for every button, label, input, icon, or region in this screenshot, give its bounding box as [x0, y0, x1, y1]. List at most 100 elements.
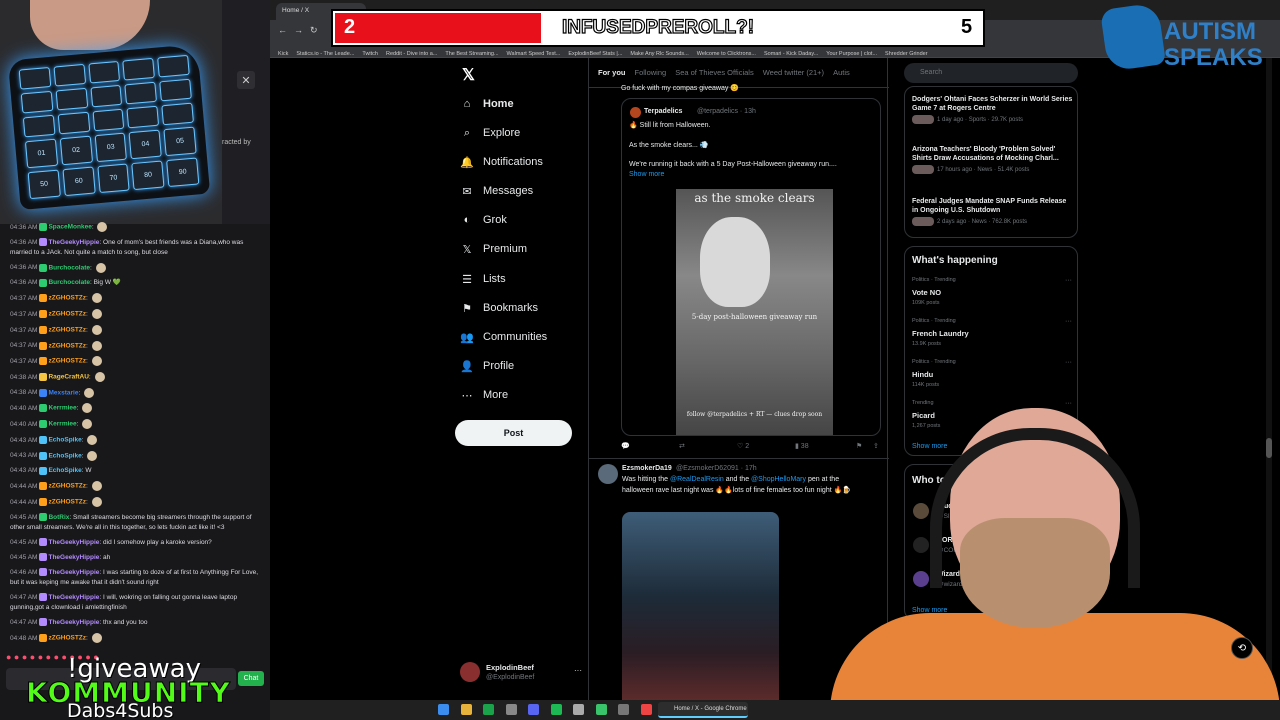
chat-username[interactable]: EchoSpike: [48, 467, 81, 474]
bookmark-link[interactable]: Kick: [278, 51, 288, 57]
quote-image[interactable]: as the smoke clears 5-day post-halloween…: [676, 189, 833, 435]
like-icon[interactable]: ♡ 2: [737, 442, 749, 450]
bookmark-link[interactable]: Statics.io - The Leade...: [296, 51, 354, 57]
chrome-icon[interactable]: [641, 704, 652, 715]
taskbar-chrome-window[interactable]: Home / X - Google Chrome: [658, 702, 748, 718]
app-icon[interactable]: [573, 704, 584, 715]
mention-link[interactable]: @ShopHelloMary: [751, 476, 806, 483]
link-icon[interactable]: ⟲: [1231, 637, 1253, 659]
trend-name[interactable]: Hindu: [912, 370, 933, 379]
discord-icon[interactable]: [528, 704, 539, 715]
trend-name[interactable]: French Laundry: [912, 329, 969, 338]
chat-username[interactable]: TheGeekyHippie: [48, 539, 99, 546]
folder-icon[interactable]: [461, 704, 472, 715]
chat-username[interactable]: zZGHOSTZz: [48, 499, 86, 506]
chat-username[interactable]: BotRix: [48, 514, 69, 521]
windows-icon[interactable]: [438, 704, 449, 715]
news-headline[interactable]: Arizona Teachers' Bloody 'Problem Solved…: [912, 145, 1074, 163]
chat-username[interactable]: Burchocolate: [48, 279, 90, 286]
nav-item-communities[interactable]: 👥 Communities: [460, 326, 547, 348]
avatar[interactable]: [598, 464, 618, 484]
xbox-icon[interactable]: [483, 704, 494, 715]
reload-icon[interactable]: ↻: [310, 25, 318, 36]
tab-2[interactable]: Sea of Thieves Officials: [666, 58, 754, 77]
chat-username[interactable]: Mexstarie: [48, 389, 78, 396]
post-button[interactable]: Post: [455, 420, 572, 446]
nav-item-explore[interactable]: ⌕ Explore: [460, 122, 520, 144]
app-icon[interactable]: [618, 704, 629, 715]
chat-username[interactable]: TheGeekyHippie: [48, 569, 99, 576]
bookmark-link[interactable]: Welcome to Clicktrons...: [697, 51, 756, 57]
news-headline[interactable]: Federal Judges Mandate SNAP Funds Releas…: [912, 197, 1074, 215]
views-icon[interactable]: ▮ 38: [795, 442, 809, 450]
more-icon[interactable]: ···: [1065, 318, 1072, 325]
nav-item-premium[interactable]: 𝕏 Premium: [460, 238, 527, 260]
chat-username[interactable]: Kerrmiee: [48, 405, 76, 412]
bookmark-link[interactable]: The Best Streaming...: [445, 51, 498, 57]
trend-name[interactable]: Vote NO: [912, 288, 941, 297]
tweet-author[interactable]: EzsmokerDa19: [622, 465, 672, 472]
chat-username[interactable]: zZGHOSTZz: [48, 635, 86, 642]
reply-icon[interactable]: 💬: [621, 442, 630, 450]
chat-username[interactable]: zZGHOSTZz: [48, 327, 86, 334]
nav-item-grok[interactable]: ◐ Grok: [460, 209, 507, 231]
chat-username[interactable]: SpaceMonkee: [48, 224, 91, 231]
account-switcher[interactable]: ExplodinBeef @ExplodinBeef ···: [460, 658, 582, 688]
bookmark-link[interactable]: Shredder Grinder: [885, 51, 928, 57]
forward-icon[interactable]: →: [294, 25, 303, 35]
chat-username[interactable]: Kerrmiee: [48, 421, 76, 428]
bookmark-link[interactable]: Somari - Kick Daday...: [764, 51, 818, 57]
nav-item-profile[interactable]: 👤 Profile: [460, 355, 514, 377]
bookmark-link[interactable]: Make Any Rlc Sounds...: [630, 51, 688, 57]
more-icon[interactable]: ···: [1065, 277, 1072, 284]
nav-item-bookmarks[interactable]: ⚑ Bookmarks: [460, 297, 538, 319]
chat-username[interactable]: EchoSpike: [48, 437, 81, 444]
chat-username[interactable]: RageCraftAU: [48, 374, 88, 381]
news-headline[interactable]: Dodgers' Ohtani Faces Scherzer in World …: [912, 95, 1074, 113]
tab-0[interactable]: For you: [589, 58, 626, 77]
tab-4[interactable]: Autis: [824, 58, 850, 77]
nav-item-more[interactable]: ⋯ More: [460, 384, 509, 406]
chat-username[interactable]: zZGHOSTZz: [48, 358, 86, 365]
chat-username[interactable]: TheGeekyHippie: [48, 619, 99, 626]
chat-username[interactable]: zZGHOSTZz: [48, 483, 86, 490]
dabs-banner: Dabs4Subs: [67, 700, 174, 720]
nav-item-lists[interactable]: ☰ Lists: [460, 268, 506, 290]
steam-icon[interactable]: [506, 704, 517, 715]
more-icon[interactable]: ···: [574, 666, 582, 675]
chat-username[interactable]: Burchocolate: [48, 264, 90, 271]
chat-message: 04:45 AM BotRix: Small streamers become b…: [10, 513, 262, 533]
tab-3[interactable]: Weed twitter (21+): [754, 58, 824, 77]
x-logo-icon[interactable]: 𝕏: [462, 65, 475, 85]
bookmark-link[interactable]: Walmart Speed Test...: [507, 51, 561, 57]
chat-username[interactable]: EchoSpike: [48, 452, 81, 459]
nav-item-messages[interactable]: ✉ Messages: [460, 180, 533, 202]
bookmark-link[interactable]: ExplodinBeef Stats |...: [568, 51, 622, 57]
chat-username[interactable]: TheGeekyHippie: [48, 554, 99, 561]
badge-icon: [39, 618, 48, 627]
bookmark-link[interactable]: Your Purpose | clot...: [826, 51, 877, 57]
mention-link[interactable]: @RealDealResin: [670, 476, 724, 483]
app-icon[interactable]: [596, 704, 607, 715]
tweet-image[interactable]: [622, 512, 779, 700]
chat-username[interactable]: TheGeekyHippie: [48, 594, 99, 601]
tab-1[interactable]: Following: [626, 58, 667, 77]
bookmark-link[interactable]: Reddit - Dive into a...: [386, 51, 437, 57]
back-icon[interactable]: ←: [278, 25, 287, 35]
chat-username[interactable]: zZGHOSTZz: [48, 342, 86, 349]
more-icon[interactable]: ···: [1065, 400, 1072, 407]
search-input[interactable]: Search: [904, 63, 1078, 83]
quoted-tweet[interactable]: Terpadelics @terpadelics · 13h 🔥 Still l…: [621, 98, 881, 436]
chat-username[interactable]: zZGHOSTZz: [48, 295, 86, 302]
more-icon[interactable]: ···: [1065, 359, 1072, 366]
chat-username[interactable]: TheGeekyHippie: [48, 239, 99, 246]
nav-item-home[interactable]: ⌂ Home: [460, 93, 514, 115]
spotify-icon[interactable]: [551, 704, 562, 715]
show-more-link[interactable]: Show more: [629, 171, 664, 178]
chat-username[interactable]: zZGHOSTZz: [48, 311, 86, 318]
nav-item-notifications[interactable]: 🔔 Notifications: [460, 151, 543, 173]
close-icon[interactable]: ✕: [237, 71, 255, 89]
retweet-icon[interactable]: ⇄: [679, 442, 685, 450]
bookmark-link[interactable]: Twitch: [362, 51, 378, 57]
chat-send-button[interactable]: Chat: [238, 671, 264, 686]
